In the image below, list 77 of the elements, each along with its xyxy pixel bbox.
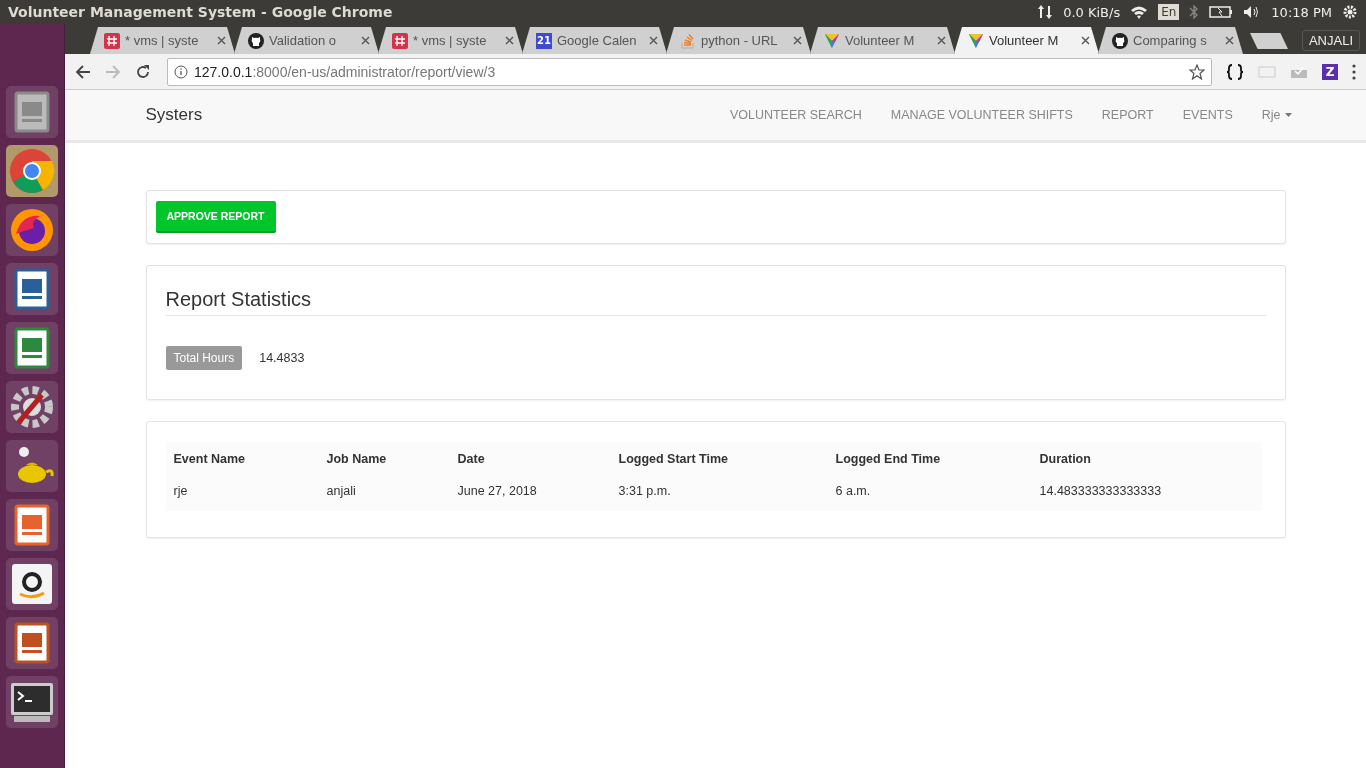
nav-link[interactable]: VOLUNTEER SEARCH [729,108,862,122]
tab-title: Volunteer M [989,33,1060,48]
close-icon[interactable] [1081,36,1090,45]
info-icon [174,64,188,79]
profile-button[interactable]: ANJALI [1301,30,1360,51]
star-icon[interactable] [1189,63,1205,80]
table-cell: 3:31 p.m. [610,482,828,511]
github-icon [1112,32,1128,49]
browser-tab[interactable]: Comparing s [1098,27,1243,54]
tab-title: Volunteer M [845,33,916,48]
table-cell: 6 a.m. [827,482,1032,511]
panel-heading: Report Statistics [165,288,1266,316]
nav-link[interactable]: MANAGE VOLUNTEER SHIFTS [890,108,1073,122]
total-hours-value: 14.4833 [259,351,305,365]
battery-icon[interactable] [1209,6,1234,18]
browser-tab[interactable]: Validation o [234,27,379,54]
wifi-icon[interactable] [1130,5,1149,19]
browser-tab[interactable]: Volunteer M [954,27,1099,54]
stack-icon [680,32,696,49]
window-title: Volunteer Management System - Google Chrome [8,4,393,20]
column-header: Logged End Time [827,442,1032,482]
hash-icon [392,32,408,49]
menu-icon[interactable] [1352,63,1356,80]
keyboard-layout-indicator[interactable]: En [1158,4,1180,20]
address-bar[interactable]: 127.0.0.1:8000/en-us/administrator/report/view/3 [167,57,1212,86]
nav-link[interactable]: REPORT [1101,108,1154,122]
close-icon[interactable] [793,36,802,45]
close-icon[interactable] [505,36,514,45]
tab-title: python - URL [701,33,779,48]
network-speed: 0.0 KiB/s [1063,4,1121,20]
tab-title: * vms | syste [125,33,200,48]
table-cell: rje [165,482,319,511]
table-cell: anjali [318,482,450,511]
tab-title: Google Calen [557,33,638,48]
table-cell: June 27, 2018 [449,482,611,511]
column-header: Logged Start Time [610,442,828,482]
column-header: Duration [1031,442,1262,482]
browser-tab[interactable]: Volunteer M [810,27,955,54]
gear-wrench-icon[interactable] [8,383,56,431]
url-text: 127.0.0.1:8000/en-us/administrator/report/view/3 [194,63,497,80]
tab-title: Comparing s [1133,33,1208,48]
column-header: Job Name [318,442,450,482]
triangle-logo-icon [824,32,840,49]
new-tab-button[interactable] [1250,33,1288,49]
table-cell: 14.483333333333333 [1031,482,1262,511]
tab-title: Validation o [269,33,337,48]
close-icon[interactable] [649,36,658,45]
hash-icon [104,32,120,49]
braces-icon[interactable] [1226,63,1244,80]
close-icon[interactable] [937,36,946,45]
chrome-icon[interactable] [8,147,56,195]
github-icon [248,32,264,49]
user-menu[interactable]: Rje [1261,108,1292,122]
network-arrows-icon[interactable] [1037,4,1054,20]
brand-link[interactable]: Systers [145,105,203,125]
extension-button[interactable]: Z [1322,63,1338,80]
browser-tab[interactable]: * vms | syste [90,27,235,54]
column-header: Date [449,442,611,482]
clock[interactable]: 10:18 PM [1271,4,1332,20]
browser-tab[interactable]: * vms | syste [378,27,523,54]
back-arrow-icon[interactable] [75,63,91,80]
column-header: Event Name [165,442,319,482]
tab-title: * vms | syste [413,33,488,48]
close-icon[interactable] [361,36,370,45]
triangle-logo-icon [968,32,984,49]
nav-link[interactable]: EVENTS [1182,108,1233,122]
calendar-icon: 21 [536,32,552,49]
total-hours-label: Total Hours [165,346,243,370]
close-icon[interactable] [1225,36,1234,45]
browser-tab[interactable]: 21 Google Calen [522,27,667,54]
close-icon[interactable] [217,36,226,45]
bluetooth-icon[interactable] [1189,4,1200,20]
reload-icon[interactable] [135,63,151,80]
caret-icon [1284,113,1292,117]
power-gear-icon[interactable] [1342,4,1358,20]
firefox-icon[interactable] [8,206,56,254]
browser-tab[interactable]: python - URL [666,27,811,54]
